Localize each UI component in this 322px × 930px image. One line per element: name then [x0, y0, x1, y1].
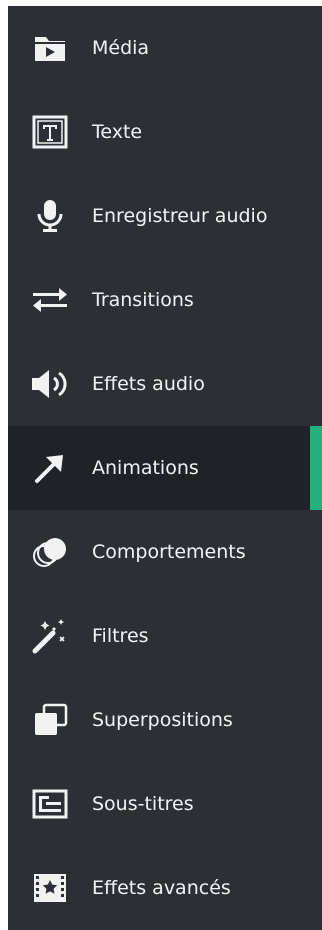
microphone-icon [28, 194, 72, 238]
transition-arrows-icon [28, 278, 72, 322]
sidebar-item-label: Enregistreur audio [92, 205, 268, 227]
overlay-icon [28, 698, 72, 742]
sidebar-item-label: Effets avancés [92, 877, 231, 899]
advanced-effects-icon [28, 866, 72, 910]
sidebar-panel: Média Texte Enregistreur audio Transitio… [8, 6, 322, 930]
sidebar-item-label: Animations [92, 457, 199, 479]
sidebar-item-animations[interactable]: Animations [8, 426, 322, 510]
behaviors-icon [28, 530, 72, 574]
subtitles-icon [28, 782, 72, 826]
sidebar-item-advanced-effects[interactable]: Effets avancés [8, 846, 322, 930]
sidebar-item-overlays[interactable]: Superpositions [8, 678, 322, 762]
sidebar-item-text[interactable]: Texte [8, 90, 322, 174]
media-folder-icon [28, 26, 72, 70]
sidebar-item-label: Comportements [92, 541, 246, 563]
active-indicator [310, 426, 322, 510]
sidebar-item-behaviors[interactable]: Comportements [8, 510, 322, 594]
sidebar-item-audio-effects[interactable]: Effets audio [8, 342, 322, 426]
sidebar-item-label: Superpositions [92, 709, 233, 731]
sidebar-item-filters[interactable]: Filtres [8, 594, 322, 678]
sidebar-item-label: Effets audio [92, 373, 205, 395]
speaker-icon [28, 362, 72, 406]
sidebar-item-label: Sous-titres [92, 793, 194, 815]
sidebar-item-label: Filtres [92, 625, 149, 647]
sidebar-item-subtitles[interactable]: Sous-titres [8, 762, 322, 846]
magic-wand-icon [28, 614, 72, 658]
sidebar-item-label: Média [92, 37, 150, 59]
sidebar-item-audio-recorder[interactable]: Enregistreur audio [8, 174, 322, 258]
sidebar-item-label: Transitions [92, 289, 194, 311]
sidebar-item-media[interactable]: Média [8, 6, 322, 90]
sidebar-item-label: Texte [92, 121, 143, 143]
sidebar-item-transitions[interactable]: Transitions [8, 258, 322, 342]
text-icon [28, 110, 72, 154]
arrow-icon [28, 446, 72, 490]
